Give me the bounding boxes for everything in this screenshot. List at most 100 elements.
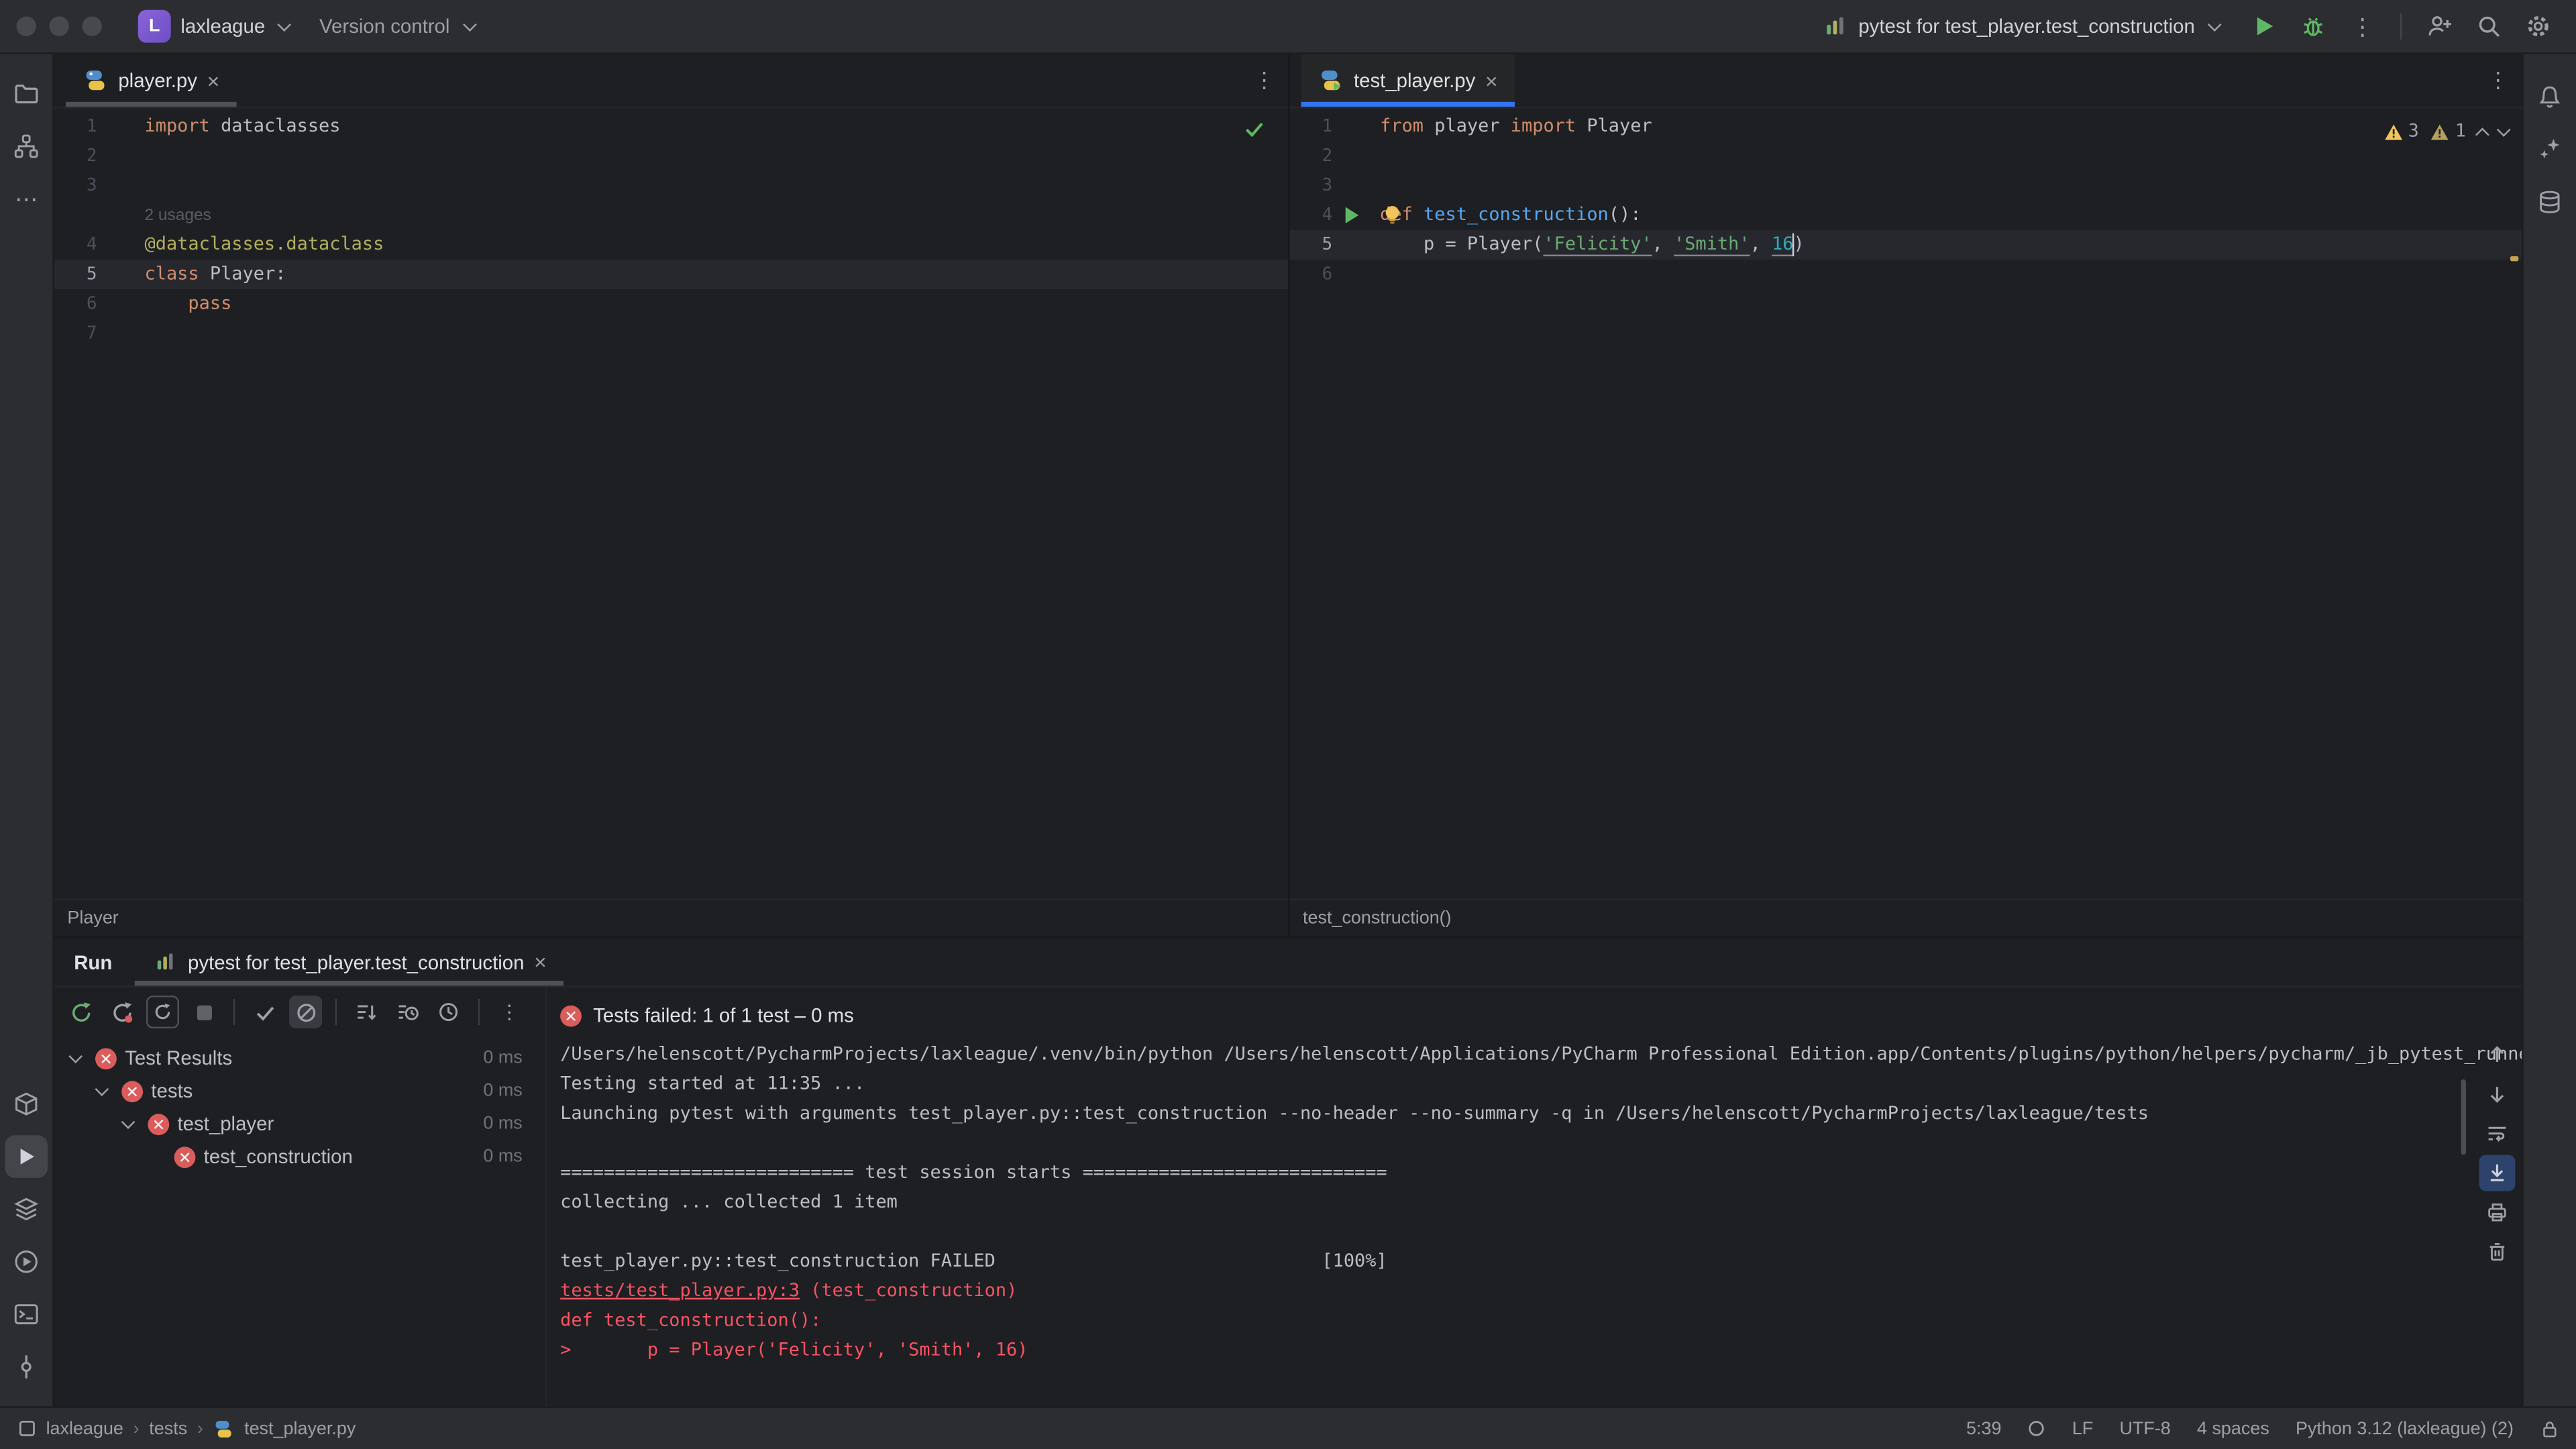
close-tab-icon[interactable]: × <box>1485 70 1498 91</box>
chevron-down-icon[interactable] <box>121 1115 136 1130</box>
services-tool-button[interactable] <box>5 1188 48 1231</box>
editor-gutter[interactable]: 1 <box>54 112 145 142</box>
code-line[interactable]: 5 p = Player('Felicity', 'Smith', 16) <box>1289 229 2522 260</box>
soft-wrap-toggle[interactable] <box>2479 1116 2516 1152</box>
terminal-tool-button[interactable] <box>5 1293 48 1336</box>
code-line[interactable]: 3 <box>54 171 1288 201</box>
code-line[interactable]: 4 def test_construction(): <box>1289 201 2522 230</box>
inspections-ok-icon[interactable] <box>1244 118 1265 140</box>
ai-assistant-icon[interactable] <box>2528 128 2571 171</box>
intention-bulb-icon[interactable] <box>1382 204 1403 225</box>
editor-gutter[interactable]: 6 <box>1289 260 1380 289</box>
usages-inlay-hint[interactable]: 2 usages <box>145 207 211 225</box>
project-widget[interactable]: L laxleague <box>125 7 306 46</box>
test-tree-item[interactable]: tests 0 ms <box>54 1075 545 1108</box>
console-scrollbar[interactable] <box>2461 1079 2466 1155</box>
editor-gutter[interactable]: 1 <box>1289 112 1380 142</box>
code-line[interactable]: 2 usages <box>54 201 1288 230</box>
project-tool-button[interactable] <box>5 72 48 115</box>
sort-alphabetically-button[interactable] <box>350 996 383 1028</box>
notifications-bell-icon[interactable] <box>2528 76 2571 119</box>
version-control-tool-button[interactable] <box>5 1346 48 1389</box>
tab-player-py[interactable]: player.py × <box>65 54 236 107</box>
print-button[interactable] <box>2479 1194 2516 1230</box>
code-line[interactable]: 1 from player import Player <box>1289 112 2522 142</box>
sort-by-duration-button[interactable] <box>391 996 424 1028</box>
editor-gutter[interactable]: 3 <box>1289 171 1380 201</box>
next-problem-icon[interactable] <box>2496 121 2511 136</box>
test-tree-item[interactable]: test_player 0 ms <box>54 1108 545 1140</box>
show-passed-toggle[interactable] <box>248 996 281 1028</box>
rerun-tests-button[interactable] <box>64 996 97 1028</box>
code-line[interactable]: 4 @dataclasses.dataclass <box>54 230 1288 260</box>
structure-tool-button[interactable] <box>5 125 48 168</box>
close-tab-icon[interactable]: × <box>207 70 220 91</box>
editor-gutter[interactable]: 2 <box>1289 142 1380 171</box>
editor-gutter[interactable]: 5 <box>1289 230 1380 260</box>
code-editor-right[interactable]: 3 1 1 from player import Player 2 3 4 te… <box>1289 109 2522 899</box>
python-packages-tool-button[interactable] <box>5 1083 48 1126</box>
test-tree-item[interactable]: test_construction 0 ms <box>54 1140 545 1173</box>
python-console-tool-button[interactable] <box>5 1240 48 1283</box>
more-actions-button[interactable]: ⋮ <box>2341 7 2384 46</box>
inspections-widget[interactable]: 3 1 <box>2383 117 2511 146</box>
tab-list-more-icon[interactable]: ⋮ <box>2487 67 2509 93</box>
zoom-window-button[interactable] <box>82 16 102 36</box>
clear-console-button[interactable] <box>2479 1234 2516 1270</box>
crumb-directory[interactable]: tests <box>149 1419 187 1438</box>
chevron-down-icon[interactable] <box>95 1082 109 1097</box>
code-line[interactable]: 1 import dataclasses <box>54 112 1288 142</box>
code-line[interactable]: 6 <box>1289 260 2522 289</box>
code-editor-left[interactable]: 1 import dataclasses 2 3 2 usages 4 @dataclass… <box>54 109 1289 899</box>
test-console[interactable]: Tests failed: 1 of 1 test – 0 ms /Users/… <box>547 987 2522 1406</box>
test-history-button[interactable] <box>432 996 465 1028</box>
settings-gear-icon[interactable] <box>2517 7 2560 46</box>
scroll-to-end-toggle[interactable] <box>2479 1155 2516 1191</box>
test-tree-item[interactable]: Test Results 0 ms <box>54 1042 545 1075</box>
code-line[interactable]: 3 <box>1289 171 2522 201</box>
close-window-button[interactable] <box>16 16 36 36</box>
tab-list-more-icon[interactable]: ⋮ <box>1254 67 1275 93</box>
caret-position-widget[interactable]: 5:39 <box>1966 1419 2001 1438</box>
crumb-file[interactable]: test_player.py <box>244 1419 356 1438</box>
editor-gutter[interactable]: 5 <box>54 260 145 289</box>
run-tool-button[interactable] <box>5 1135 48 1178</box>
scroll-up-button[interactable] <box>2479 1036 2516 1073</box>
editor-gutter[interactable]: 7 <box>54 319 145 348</box>
code-with-me-button[interactable] <box>2418 7 2461 46</box>
encoding-widget[interactable]: UTF-8 <box>2119 1419 2170 1438</box>
crumb-project[interactable]: laxleague <box>46 1419 123 1438</box>
editor-gutter[interactable]: 4 <box>54 230 145 260</box>
more-tools-button[interactable]: ⋯ <box>5 177 48 220</box>
show-ignored-toggle[interactable] <box>289 996 323 1029</box>
debug-button[interactable] <box>2292 7 2334 46</box>
toggle-auto-test-button[interactable] <box>146 996 179 1029</box>
stop-button[interactable] <box>187 996 220 1028</box>
database-tool-button[interactable] <box>2528 180 2571 223</box>
code-line[interactable]: 7 <box>54 319 1288 348</box>
code-line[interactable]: 6 pass <box>54 289 1288 319</box>
run-configuration-selector[interactable]: pytest for test_player.test_construction <box>1809 7 2236 46</box>
code-line[interactable]: 5 class Player: <box>54 259 1289 290</box>
rerun-failed-tests-button[interactable] <box>105 996 138 1028</box>
minimize-window-button[interactable] <box>49 16 69 36</box>
more-options-button[interactable]: ⋮ <box>493 996 526 1028</box>
scroll-down-button[interactable] <box>2479 1076 2516 1112</box>
code-line[interactable]: 2 <box>54 142 1288 171</box>
vcs-widget[interactable]: Version control <box>306 7 490 46</box>
file-link[interactable]: tests/test_player.py:3 <box>560 1280 800 1301</box>
interpreter-widget[interactable]: Python 3.12 (laxleague) (2) <box>2296 1419 2514 1438</box>
line-separator-widget[interactable]: LF <box>2072 1419 2093 1438</box>
run-button[interactable] <box>2243 7 2286 46</box>
run-test-gutter-icon[interactable] <box>1332 201 1380 230</box>
error-stripe-warning-mark[interactable] <box>2510 256 2519 262</box>
code-line[interactable]: 2 <box>1289 142 2522 171</box>
chevron-down-icon[interactable] <box>68 1049 83 1064</box>
search-everywhere-button[interactable] <box>2467 7 2510 46</box>
close-tab-icon[interactable]: × <box>534 950 547 975</box>
file-lock-icon[interactable] <box>2540 1419 2559 1438</box>
previous-problem-icon[interactable] <box>2475 127 2489 141</box>
editor-gutter[interactable]: 4 <box>1289 201 1380 230</box>
editor-gutter[interactable] <box>54 201 145 230</box>
breadcrumb-item[interactable]: test_construction() <box>1303 908 1452 928</box>
